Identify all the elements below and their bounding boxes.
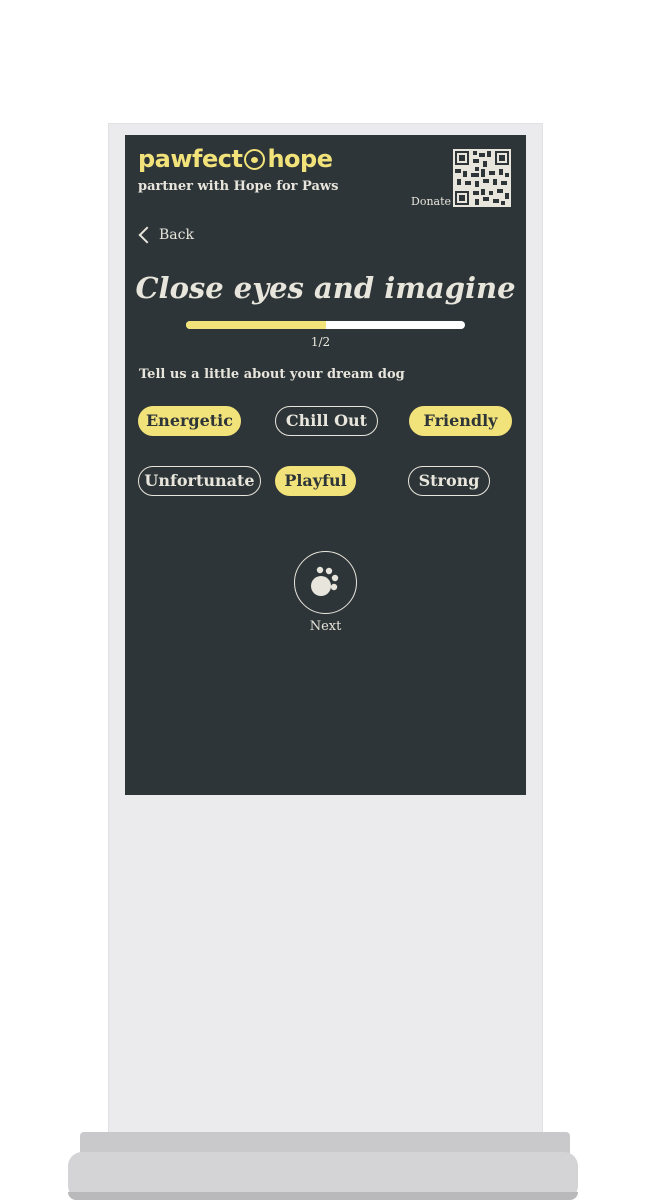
chevron-left-icon (138, 226, 156, 244)
trait-chip-playful[interactable]: Playful (275, 466, 356, 496)
progress-text: 1/2 (310, 335, 331, 349)
next-button[interactable] (294, 551, 357, 614)
paw-badge-icon (244, 148, 266, 170)
qr-code-icon (453, 149, 511, 207)
donate-label: Donate (411, 195, 452, 208)
kiosk-screen: pawfect hope partner with Hope for Paws … (125, 135, 526, 795)
trait-chip-label: Playful (284, 471, 347, 490)
progress-bar (186, 321, 465, 329)
next-label: Next (309, 619, 342, 634)
back-button[interactable]: Back (138, 226, 194, 244)
brand-tagline: partner with Hope for Paws (138, 179, 339, 194)
kiosk-base-shadow (68, 1192, 578, 1200)
trait-chip-label: Chill Out (285, 411, 368, 430)
donate-qr-code[interactable] (453, 149, 511, 207)
question-prompt: Tell us a little about your dream dog (139, 367, 405, 382)
logo-text-left: pawfect (138, 145, 243, 173)
trait-chip-label: Friendly (423, 411, 498, 430)
trait-chip-chill-out[interactable]: Chill Out (275, 406, 378, 436)
trait-chip-strong[interactable]: Strong (408, 466, 490, 496)
trait-chip-friendly[interactable]: Friendly (409, 406, 512, 436)
page-title: Close eyes and imagine (135, 271, 516, 305)
trait-chip-label: Unfortunate (144, 471, 255, 490)
back-label: Back (159, 227, 194, 243)
trait-chip-energetic[interactable]: Energetic (138, 406, 241, 436)
progress-fill (186, 321, 326, 329)
brand-logo: pawfect hope (138, 145, 333, 173)
paw-icon (311, 566, 339, 596)
trait-chip-unfortunate[interactable]: Unfortunate (138, 466, 261, 496)
trait-chip-label: Energetic (145, 411, 233, 430)
logo-text-right: hope (267, 145, 333, 173)
trait-chip-label: Strong (418, 471, 480, 490)
